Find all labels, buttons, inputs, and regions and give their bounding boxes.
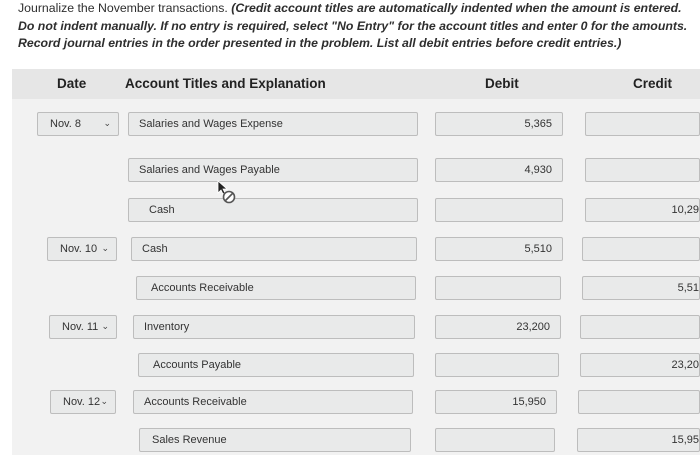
debit-value: 23,200 (516, 321, 550, 333)
account-title-field[interactable]: Accounts Receivable (133, 390, 413, 414)
date-select[interactable]: Nov. 10 ⌄ (47, 237, 117, 261)
account-title-field[interactable]: Accounts Receivable (136, 276, 416, 300)
account-title-value: Sales Revenue (152, 434, 227, 446)
instructions-lead: Journalize the November transactions. (18, 1, 232, 15)
debit-input[interactable]: 5,510 (435, 237, 563, 261)
account-title-field[interactable]: Cash (128, 198, 418, 222)
date-select[interactable]: Nov. 11 ⌄ (49, 315, 117, 339)
account-title-field[interactable]: Sales Revenue (139, 428, 411, 452)
debit-input[interactable] (435, 198, 563, 222)
account-title-value: Accounts Receivable (144, 396, 247, 408)
account-title-field[interactable]: Salaries and Wages Payable (128, 158, 418, 182)
debit-input[interactable] (435, 276, 561, 300)
debit-input[interactable]: 15,950 (435, 390, 557, 414)
debit-value: 15,950 (512, 396, 546, 408)
date-value: Nov. 10 (60, 243, 98, 255)
date-value: Nov. 11 (62, 321, 99, 333)
credit-value: 23,20 (671, 359, 699, 371)
account-title-value: Accounts Payable (153, 359, 242, 371)
debit-input[interactable]: 23,200 (435, 315, 561, 339)
credit-input[interactable]: 10,29 (585, 198, 700, 222)
account-title-value: Salaries and Wages Expense (139, 118, 283, 130)
debit-input[interactable]: 4,930 (435, 158, 563, 182)
credit-value: 15,95 (671, 434, 699, 446)
account-title-value: Accounts Receivable (151, 282, 254, 294)
credit-value: 10,29 (671, 204, 699, 216)
chevron-down-icon: ⌄ (101, 321, 109, 331)
date-value: Nov. 8 (50, 118, 81, 130)
header-date: Date (57, 76, 87, 91)
chevron-down-icon: ⌄ (101, 243, 109, 253)
account-title-field[interactable]: Salaries and Wages Expense (128, 112, 418, 136)
debit-input[interactable] (435, 428, 555, 452)
account-title-field[interactable]: Cash (131, 237, 417, 261)
account-title-field[interactable]: Inventory (133, 315, 415, 339)
debit-input[interactable] (435, 353, 559, 377)
debit-value: 5,365 (524, 118, 552, 130)
debit-value: 4,930 (524, 164, 552, 176)
credit-input[interactable] (582, 237, 700, 261)
table-header: Date Account Titles and Explanation Debi… (12, 69, 700, 99)
header-account: Account Titles and Explanation (125, 76, 326, 91)
credit-input[interactable] (585, 112, 700, 136)
instructions-text: Journalize the November transactions. (C… (18, 0, 696, 53)
credit-input[interactable]: 5,51 (582, 276, 700, 300)
account-title-value: Inventory (144, 321, 190, 333)
chevron-down-icon: ⌄ (103, 118, 111, 128)
header-debit: Debit (485, 76, 519, 91)
credit-input[interactable] (585, 158, 700, 182)
journal-entry-table: Date Account Titles and Explanation Debi… (12, 69, 700, 455)
account-title-value: Salaries and Wages Payable (139, 164, 280, 176)
account-title-value: Cash (142, 243, 168, 255)
credit-input[interactable] (578, 390, 700, 414)
account-title-field[interactable]: Accounts Payable (138, 353, 414, 377)
account-title-value: Cash (149, 204, 175, 216)
date-select[interactable]: Nov. 8 ⌄ (37, 112, 119, 136)
date-value: Nov. 12 (63, 396, 101, 408)
debit-value: 5,510 (524, 243, 552, 255)
cursor-arrow-not-allowed-icon (207, 180, 237, 204)
header-credit: Credit (633, 76, 673, 91)
credit-value: 5,51 (677, 282, 699, 294)
credit-input[interactable]: 15,95 (577, 428, 700, 452)
debit-input[interactable]: 5,365 (435, 112, 563, 136)
date-select[interactable]: Nov. 12 ⌄ (50, 390, 116, 414)
credit-input[interactable]: 23,20 (580, 353, 700, 377)
chevron-down-icon: ⌄ (100, 396, 108, 406)
credit-input[interactable] (580, 315, 700, 339)
